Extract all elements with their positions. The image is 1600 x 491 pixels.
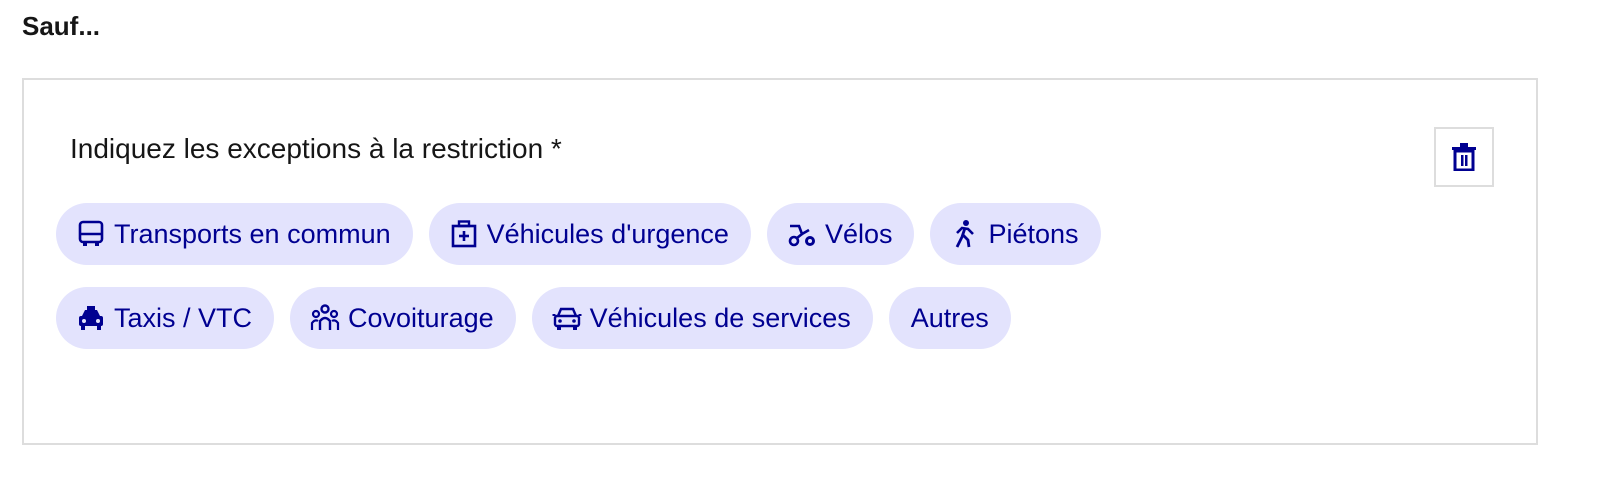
tag-label: Piétons bbox=[988, 218, 1079, 249]
delete-button[interactable] bbox=[1434, 127, 1494, 187]
pedestrian-icon bbox=[950, 219, 980, 249]
tag-transports-en-commun[interactable]: Transports en commun bbox=[56, 203, 413, 265]
tag-label: Taxis / VTC bbox=[114, 302, 253, 333]
tags-row-2: Taxis / VTC Covoiturage Véhicules de ser… bbox=[56, 287, 1011, 349]
group-icon bbox=[310, 303, 340, 333]
exceptions-panel: Indiquez les exceptions à la restriction… bbox=[22, 78, 1538, 445]
bus-icon bbox=[76, 219, 106, 249]
trash-icon bbox=[1451, 143, 1477, 171]
tag-label: Transports en commun bbox=[114, 218, 391, 249]
exceptions-field-label: Indiquez les exceptions à la restriction… bbox=[70, 133, 562, 164]
section-heading: Sauf... bbox=[22, 11, 101, 41]
taxi-icon bbox=[76, 303, 106, 333]
car-icon bbox=[552, 303, 582, 333]
tag-label: Véhicules de services bbox=[589, 302, 851, 333]
bike-icon bbox=[787, 219, 817, 249]
tag-autres[interactable]: Autres bbox=[888, 287, 1011, 349]
tag-label: Covoiturage bbox=[348, 302, 494, 333]
tag-label: Véhicules d'urgence bbox=[486, 218, 729, 249]
tags-row-1: Transports en commun Véhicules d'urgence bbox=[56, 203, 1101, 265]
tag-pietons[interactable]: Piétons bbox=[930, 203, 1101, 265]
tag-covoiturage[interactable]: Covoiturage bbox=[290, 287, 516, 349]
tag-velos[interactable]: Vélos bbox=[766, 203, 915, 265]
first-aid-kit-icon bbox=[449, 219, 479, 249]
tag-label: Autres bbox=[910, 302, 989, 333]
tag-label: Vélos bbox=[824, 218, 893, 249]
tag-taxis-vtc[interactable]: Taxis / VTC bbox=[56, 287, 275, 349]
tag-vehicules-services[interactable]: Véhicules de services bbox=[531, 287, 873, 349]
tag-vehicules-urgence[interactable]: Véhicules d'urgence bbox=[428, 203, 751, 265]
